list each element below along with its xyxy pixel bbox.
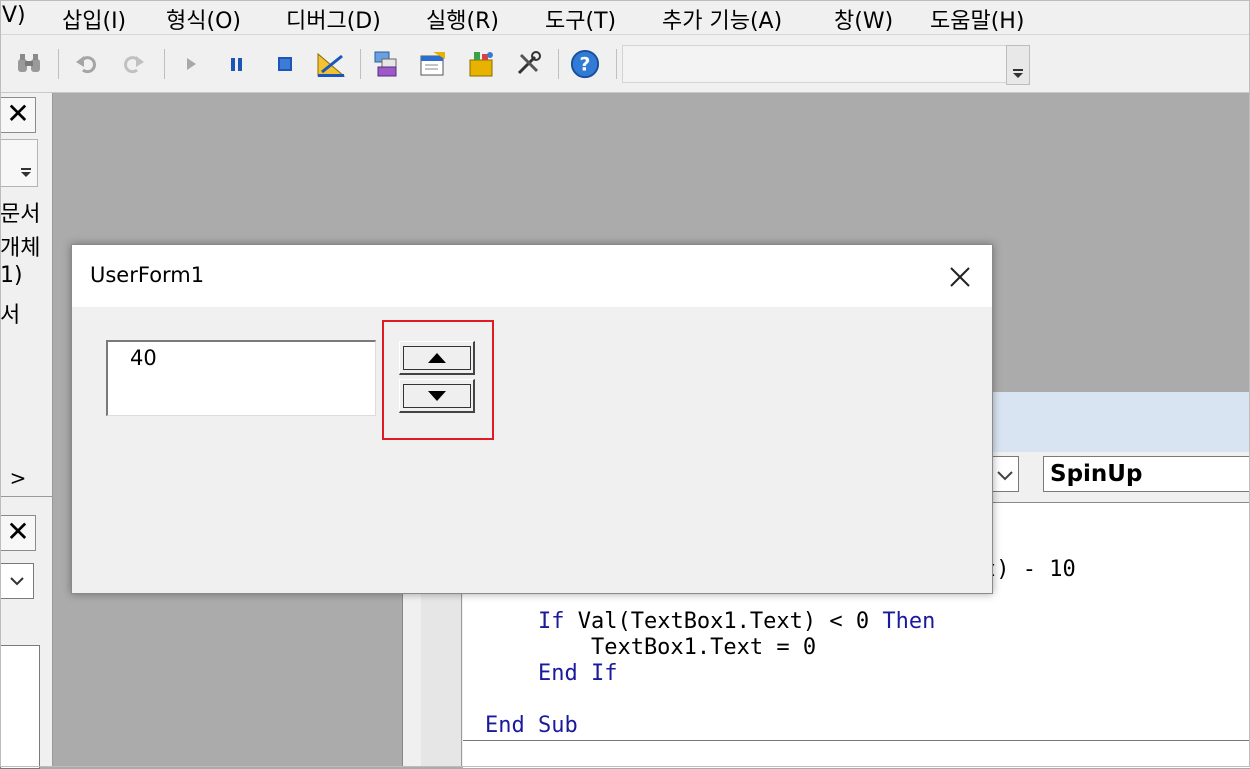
design-mode-icon[interactable]: [316, 49, 346, 79]
spinbutton-highlight-box: [382, 320, 494, 440]
toolbox-icon[interactable]: [514, 49, 544, 79]
code-margin-bar: [421, 592, 462, 767]
project-pane-close-button[interactable]: ✕: [0, 97, 36, 133]
menu-run[interactable]: 실행(R): [426, 3, 499, 35]
tree-item-text: 문서: [0, 202, 41, 227]
code-line: TextBox1.Text = 0: [485, 635, 817, 660]
code-line: End Sub: [485, 713, 578, 738]
menu-tools[interactable]: 도구(T): [545, 3, 616, 35]
properties-pane-close-button[interactable]: ✕: [0, 515, 36, 551]
close-icon: [950, 267, 970, 287]
code-line: If Val(TextBox1.Text) < 0 Then: [537, 609, 936, 634]
tree-item-text: 개체: [0, 236, 41, 261]
object-dropdown[interactable]: [0, 563, 34, 599]
userform-dialog: UserForm1 40: [71, 244, 993, 594]
help-icon[interactable]: ?: [570, 49, 600, 79]
menu-addins[interactable]: 추가 기능(A): [662, 3, 782, 35]
menu-view[interactable]: V): [2, 3, 26, 28]
undo-icon[interactable]: [72, 49, 102, 79]
properties-list: [0, 645, 40, 769]
object-browser-icon[interactable]: [466, 49, 496, 79]
tree-item-text: 1): [0, 263, 23, 288]
menu-debug[interactable]: 디버그(D): [286, 3, 381, 35]
code-window-bottom-edge: [463, 740, 1250, 741]
menu-format[interactable]: 형식(O): [166, 3, 241, 35]
left-panel: ✕ 문서 개체 1) 서 > ✕: [0, 93, 53, 769]
dialog-title: UserForm1: [90, 263, 205, 287]
run-icon[interactable]: [176, 49, 206, 79]
panel-divider: [0, 496, 52, 497]
menu-window[interactable]: 창(W): [834, 3, 893, 35]
menu-help[interactable]: 도움말(H): [930, 3, 1024, 35]
properties-icon[interactable]: [418, 49, 448, 79]
svg-text:?: ?: [580, 55, 591, 76]
code-line: End If: [537, 661, 618, 686]
procedure-combo[interactable]: SpinUp: [1043, 456, 1250, 492]
dialog-titlebar: UserForm1: [72, 245, 992, 307]
dialog-close-button[interactable]: [944, 261, 976, 293]
menu-insert[interactable]: 삽입(I): [62, 3, 126, 35]
toolbar-separator: [616, 49, 617, 79]
toolbar-overflow-button[interactable]: [1006, 45, 1030, 85]
menu-bar: V) 삽입(I) 형식(O) 디버그(D) 실행(R) 도구(T) 추가 기능(…: [0, 0, 1250, 35]
pause-icon[interactable]: [222, 49, 252, 79]
toolbar-location-field: [622, 45, 1012, 83]
project-pane-scroll-button[interactable]: [0, 139, 38, 187]
toolbar-separator: [558, 49, 559, 79]
toolbar: ?: [0, 35, 1250, 93]
code-line: t) - 10: [983, 557, 1076, 582]
project-explorer-icon[interactable]: [372, 49, 402, 79]
toolbar-separator: [164, 49, 165, 79]
tree-item-text: 서: [0, 303, 21, 328]
stop-icon[interactable]: [270, 49, 300, 79]
scroll-right-arrow[interactable]: >: [0, 463, 36, 493]
toolbar-separator: [360, 49, 361, 79]
object-combo-dropdown[interactable]: [989, 456, 1019, 492]
binoculars-icon[interactable]: [14, 49, 44, 79]
textbox1[interactable]: 40: [106, 340, 376, 416]
redo-icon[interactable]: [118, 49, 148, 79]
toolbar-separator: [58, 49, 59, 79]
